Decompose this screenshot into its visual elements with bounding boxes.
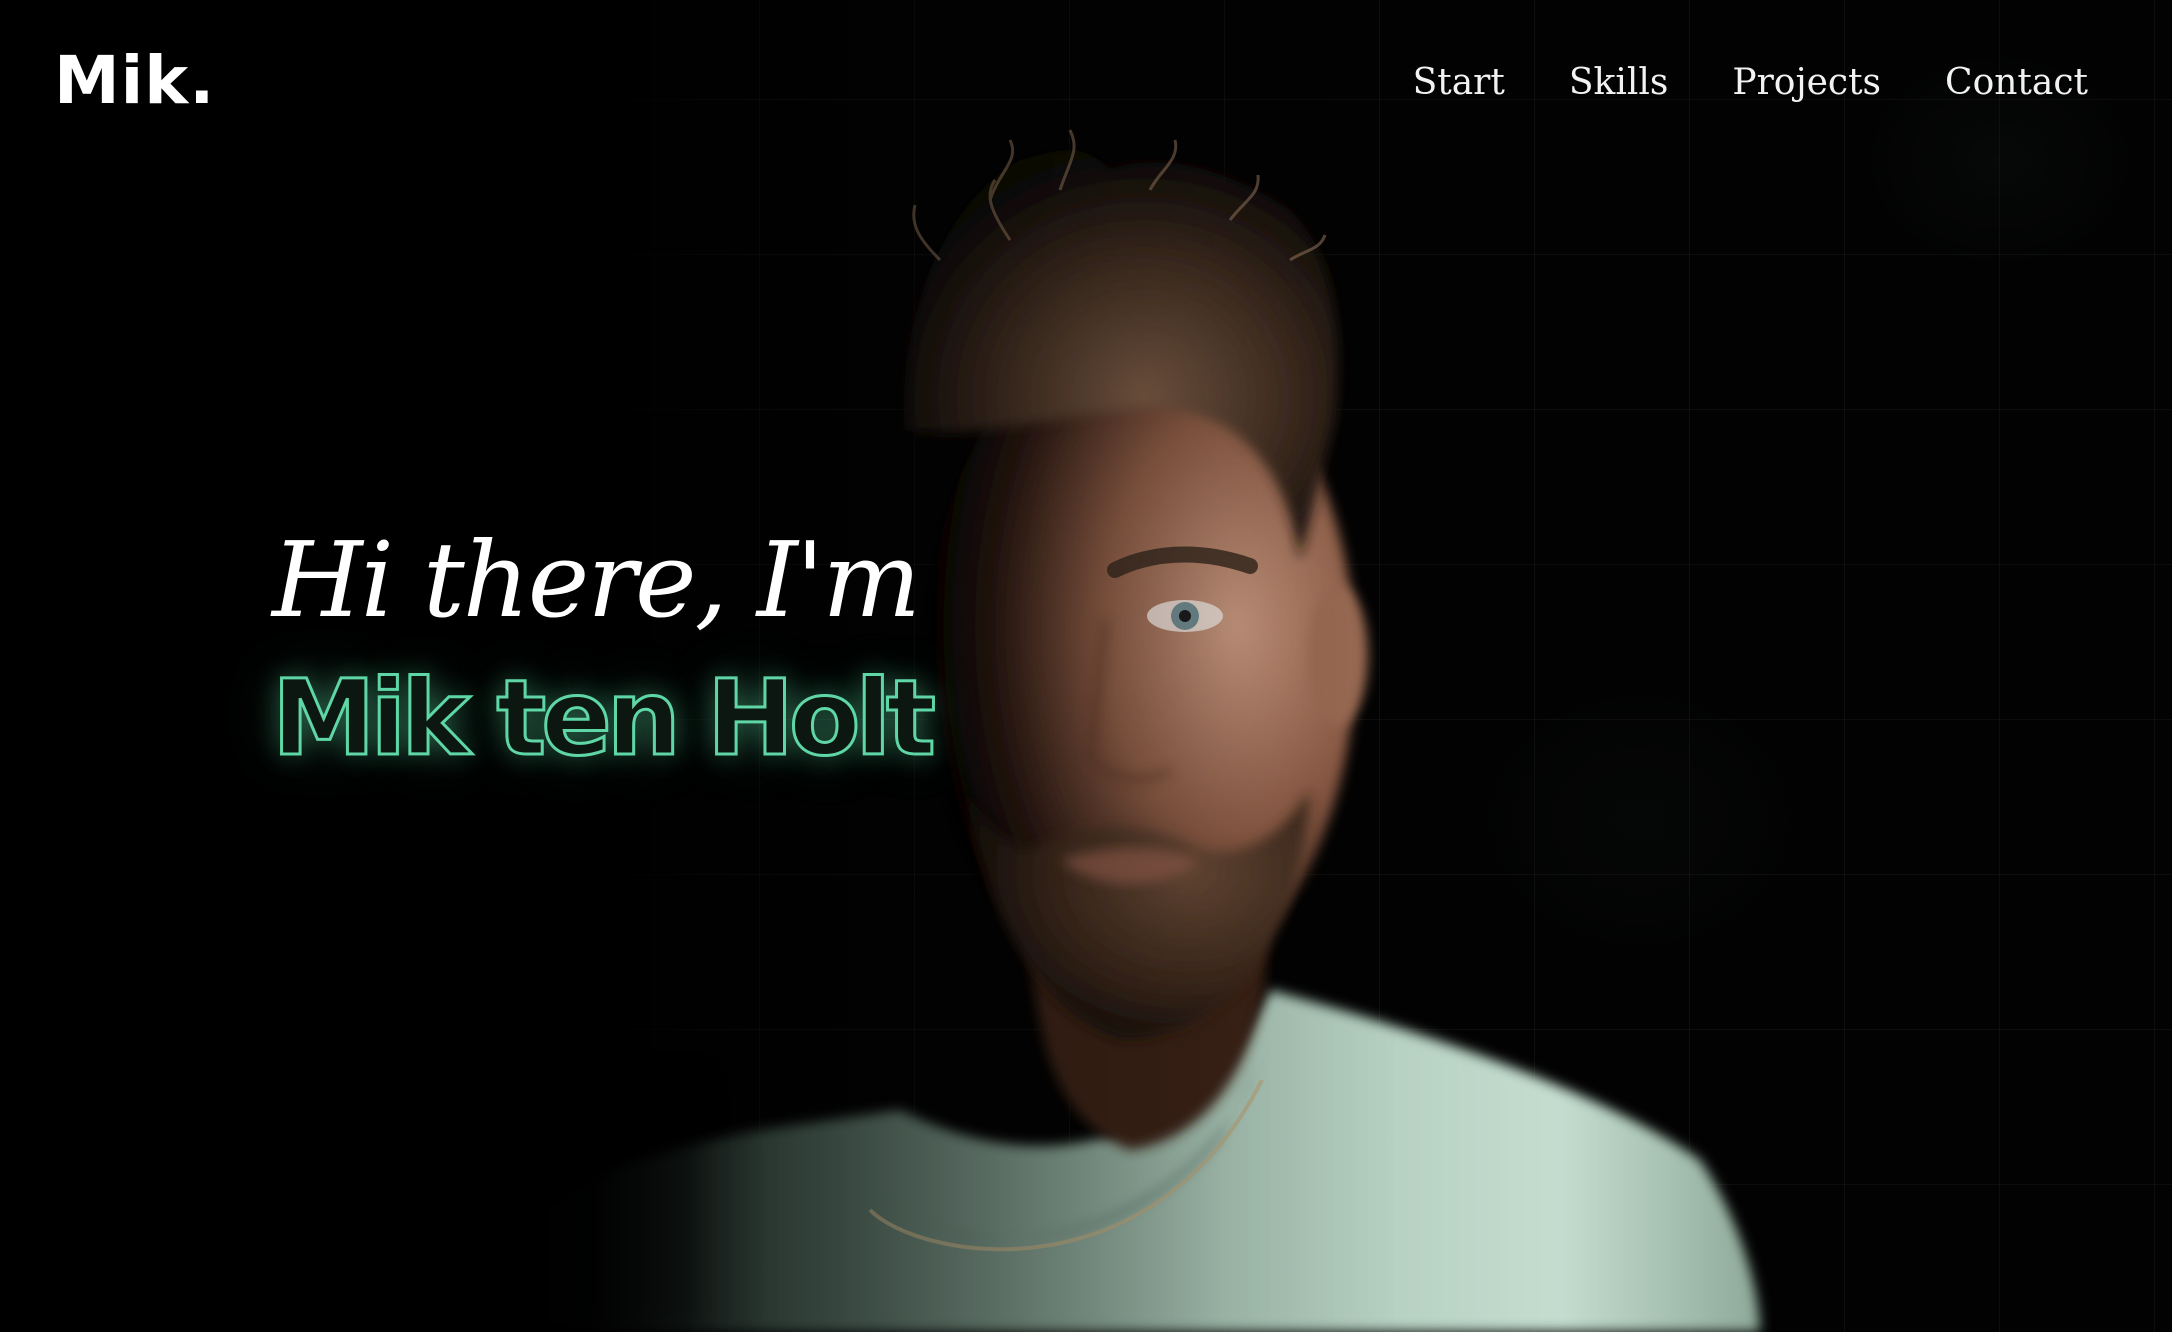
- nav-link-contact[interactable]: Contact: [1945, 62, 2088, 103]
- page: Mik. Start Skills Projects Contact Hi th…: [0, 0, 2172, 1332]
- hero-name: Mik ten Holt: [271, 657, 938, 779]
- nav-link-projects[interactable]: Projects: [1732, 62, 1881, 103]
- main-nav: Start Skills Projects Contact: [1413, 62, 2088, 103]
- site-header: Mik. Start Skills Projects Contact: [0, 0, 2172, 170]
- logo[interactable]: Mik.: [54, 42, 215, 119]
- hero-section: Hi there, I'm Mik ten Holt: [271, 519, 938, 779]
- hero-greeting: Hi there, I'm: [272, 519, 921, 641]
- nav-link-start[interactable]: Start: [1413, 62, 1505, 103]
- nav-link-skills[interactable]: Skills: [1569, 62, 1669, 103]
